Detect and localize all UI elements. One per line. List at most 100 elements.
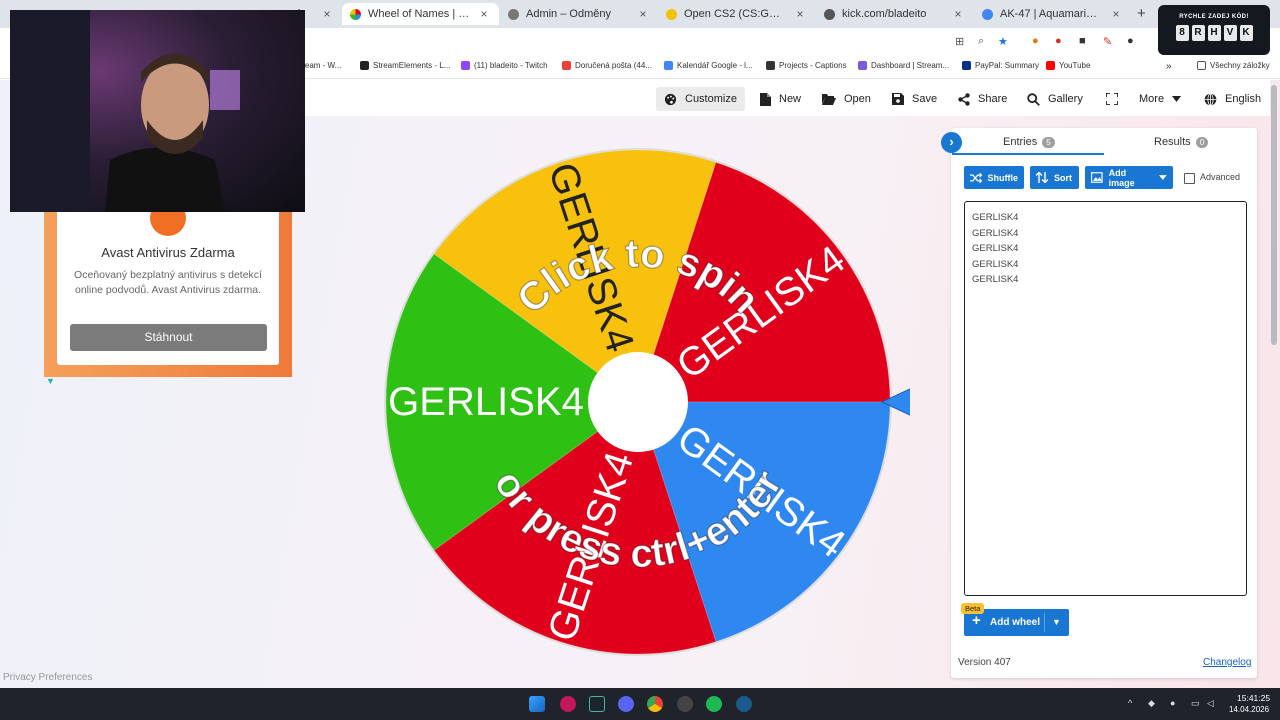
wheel-segment-label: GERLISK4 — [388, 380, 584, 424]
ad-title: Avast Antivirus Zdarma — [101, 245, 235, 260]
spin-wheel[interactable]: GERLISK4GERLISK4GERLISK4GERLISK4GERLISK4… — [370, 130, 910, 670]
bookmark-item[interactable]: Kalendář Google - l... — [664, 61, 753, 70]
save-button[interactable]: Save — [884, 87, 945, 111]
tab-close-icon[interactable]: × — [477, 7, 491, 21]
customize-button[interactable]: Customize — [656, 87, 745, 111]
gallery-button[interactable]: Gallery — [1019, 87, 1091, 111]
tab-close-icon[interactable]: × — [320, 7, 334, 21]
extension-icon[interactable]: ✎ — [1103, 35, 1112, 48]
chevron-down-icon[interactable]: ▼ — [1052, 617, 1061, 627]
extension-icon[interactable]: ■ — [1079, 35, 1086, 47]
tab-close-icon[interactable]: × — [636, 7, 650, 21]
steam-icon[interactable] — [736, 696, 752, 712]
more-button[interactable]: More — [1131, 87, 1189, 111]
bookmark-item[interactable]: Dashboard | Stream... — [858, 61, 949, 70]
tab-close-icon[interactable]: × — [793, 7, 807, 21]
bookmark-item[interactable]: StreamElements - L... — [360, 61, 450, 70]
open-label: Open — [844, 93, 871, 105]
browser-tab[interactable]: Admin – Odměny × — [500, 3, 658, 25]
privacy-preferences-link[interactable]: Privacy Preferences — [3, 672, 92, 683]
tray-app-icon[interactable]: ◆ — [1148, 698, 1155, 709]
chevron-down-icon — [1159, 175, 1167, 180]
shuffle-label: Shuffle — [987, 172, 1019, 183]
app-icon[interactable] — [589, 696, 605, 712]
tray-chevron-icon[interactable]: ^ — [1128, 698, 1132, 708]
browser-tab[interactable]: Open CS2 (CS:GO) Cases & Ge × — [658, 3, 815, 25]
ad-download-button[interactable]: Stáhnout — [70, 324, 267, 351]
button-divider — [1044, 613, 1045, 632]
entries-textarea[interactable]: GERLISK4 GERLISK4 GERLISK4 GERLISK4 GERL… — [964, 201, 1247, 596]
clock-time[interactable]: 15:41:25 — [1237, 693, 1270, 703]
palette-icon — [664, 93, 677, 105]
chrome-icon[interactable] — [647, 696, 663, 712]
spotify-icon[interactable] — [706, 696, 722, 712]
wheel-center[interactable] — [588, 352, 688, 452]
browser-tab[interactable]: kick.com/bladeito × — [816, 3, 973, 25]
sort-button[interactable]: Sort — [1030, 166, 1079, 189]
new-button[interactable]: New — [752, 87, 809, 111]
entry-line: GERLISK4 — [972, 227, 1019, 239]
search-icon — [1027, 92, 1040, 106]
share-icon — [958, 92, 970, 106]
clock-date[interactable]: 14.04.2026 — [1229, 705, 1269, 714]
webcam-overlay — [10, 10, 305, 212]
bookmark-folder[interactable]: Všechny záložky — [1197, 61, 1270, 70]
zoom-icon[interactable]: ⌕ — [978, 35, 984, 48]
tab-entries[interactable]: Entries 5 — [1003, 136, 1055, 148]
add-image-label: Add image — [1108, 167, 1135, 188]
page-scrollbar[interactable] — [1271, 85, 1277, 345]
bookmark-item[interactable]: (11) bladeito - Twitch — [461, 61, 548, 70]
tab-close-icon[interactable]: × — [951, 7, 965, 21]
advanced-label: Advanced — [1200, 172, 1241, 182]
open-button[interactable]: Open — [814, 87, 879, 111]
microphone-icon[interactable]: ● — [1170, 698, 1175, 708]
browser-tab[interactable]: AK-47 | Aquamarine Revenge × — [974, 3, 1131, 25]
fullscreen-button[interactable] — [1098, 87, 1126, 111]
tab-results[interactable]: Results 0 — [1154, 136, 1209, 148]
obs-icon[interactable] — [677, 696, 693, 712]
tab-entries-label: Entries — [1003, 136, 1038, 148]
tab-close-icon[interactable]: × — [1109, 7, 1123, 21]
advanced-checkbox[interactable] — [1184, 173, 1195, 184]
streamlabs-icon — [858, 61, 867, 70]
collapse-panel-button[interactable]: › — [941, 132, 962, 153]
captions-icon — [766, 61, 775, 70]
volume-icon[interactable]: ◁ — [1207, 698, 1214, 709]
file-icon — [760, 92, 771, 106]
bookmark-item[interactable]: tream - W... — [300, 61, 341, 70]
tab-label: Wheel of Names | Random name — [368, 8, 470, 20]
bookmark-label: Projects - Captions — [779, 61, 847, 70]
bookmarks-overflow-button[interactable]: » — [1166, 61, 1172, 72]
paypal-icon — [962, 61, 971, 70]
new-tab-button[interactable]: + — [1137, 5, 1146, 22]
bookmark-item[interactable]: PayPal: Summary — [962, 61, 1039, 70]
bookmark-item[interactable]: Doručená pošta (44... — [562, 61, 652, 70]
extension-icon[interactable]: ● — [1032, 35, 1039, 47]
folder-icon — [1197, 61, 1206, 70]
ad-choices-icon[interactable]: ▼ — [46, 376, 55, 386]
windows-start-icon[interactable] — [529, 696, 545, 712]
promo-code-overlay: RYCHLE ZADEJ KÓD! 8 R H V K — [1158, 5, 1270, 55]
share-button[interactable]: Share — [950, 87, 1015, 111]
app-icon[interactable] — [560, 696, 576, 712]
bookmark-item[interactable]: Projects - Captions — [766, 61, 847, 70]
add-image-button[interactable]: Add image — [1085, 166, 1173, 189]
bookmark-label: Doručená pošta (44... — [575, 61, 652, 70]
bookmark-star-icon[interactable]: ★ — [998, 35, 1008, 48]
translate-icon[interactable]: ⊞ — [955, 35, 964, 48]
entry-line: GERLISK4 — [972, 243, 1019, 254]
browser-tab-active[interactable]: Wheel of Names | Random name × — [342, 3, 499, 25]
extension-icon[interactable]: ● — [1127, 35, 1134, 47]
language-button[interactable]: English — [1196, 87, 1269, 111]
promo-char: R — [1191, 25, 1205, 41]
chevron-down-icon — [1172, 96, 1182, 102]
extension-icon[interactable]: ● — [1055, 35, 1062, 47]
discord-icon[interactable] — [618, 696, 634, 712]
changelog-link[interactable]: Changelog — [1203, 657, 1251, 668]
shuffle-button[interactable]: Shuffle — [964, 166, 1024, 189]
tab-label: Admin – Odměny — [526, 8, 611, 20]
bookmark-item[interactable]: YouTube — [1046, 61, 1090, 70]
sort-label: Sort — [1054, 172, 1072, 183]
network-icon[interactable]: ▭ — [1191, 698, 1200, 709]
advertisement[interactable]: Avast Antivirus Zdarma Oceňovaný bezplat… — [57, 195, 279, 365]
